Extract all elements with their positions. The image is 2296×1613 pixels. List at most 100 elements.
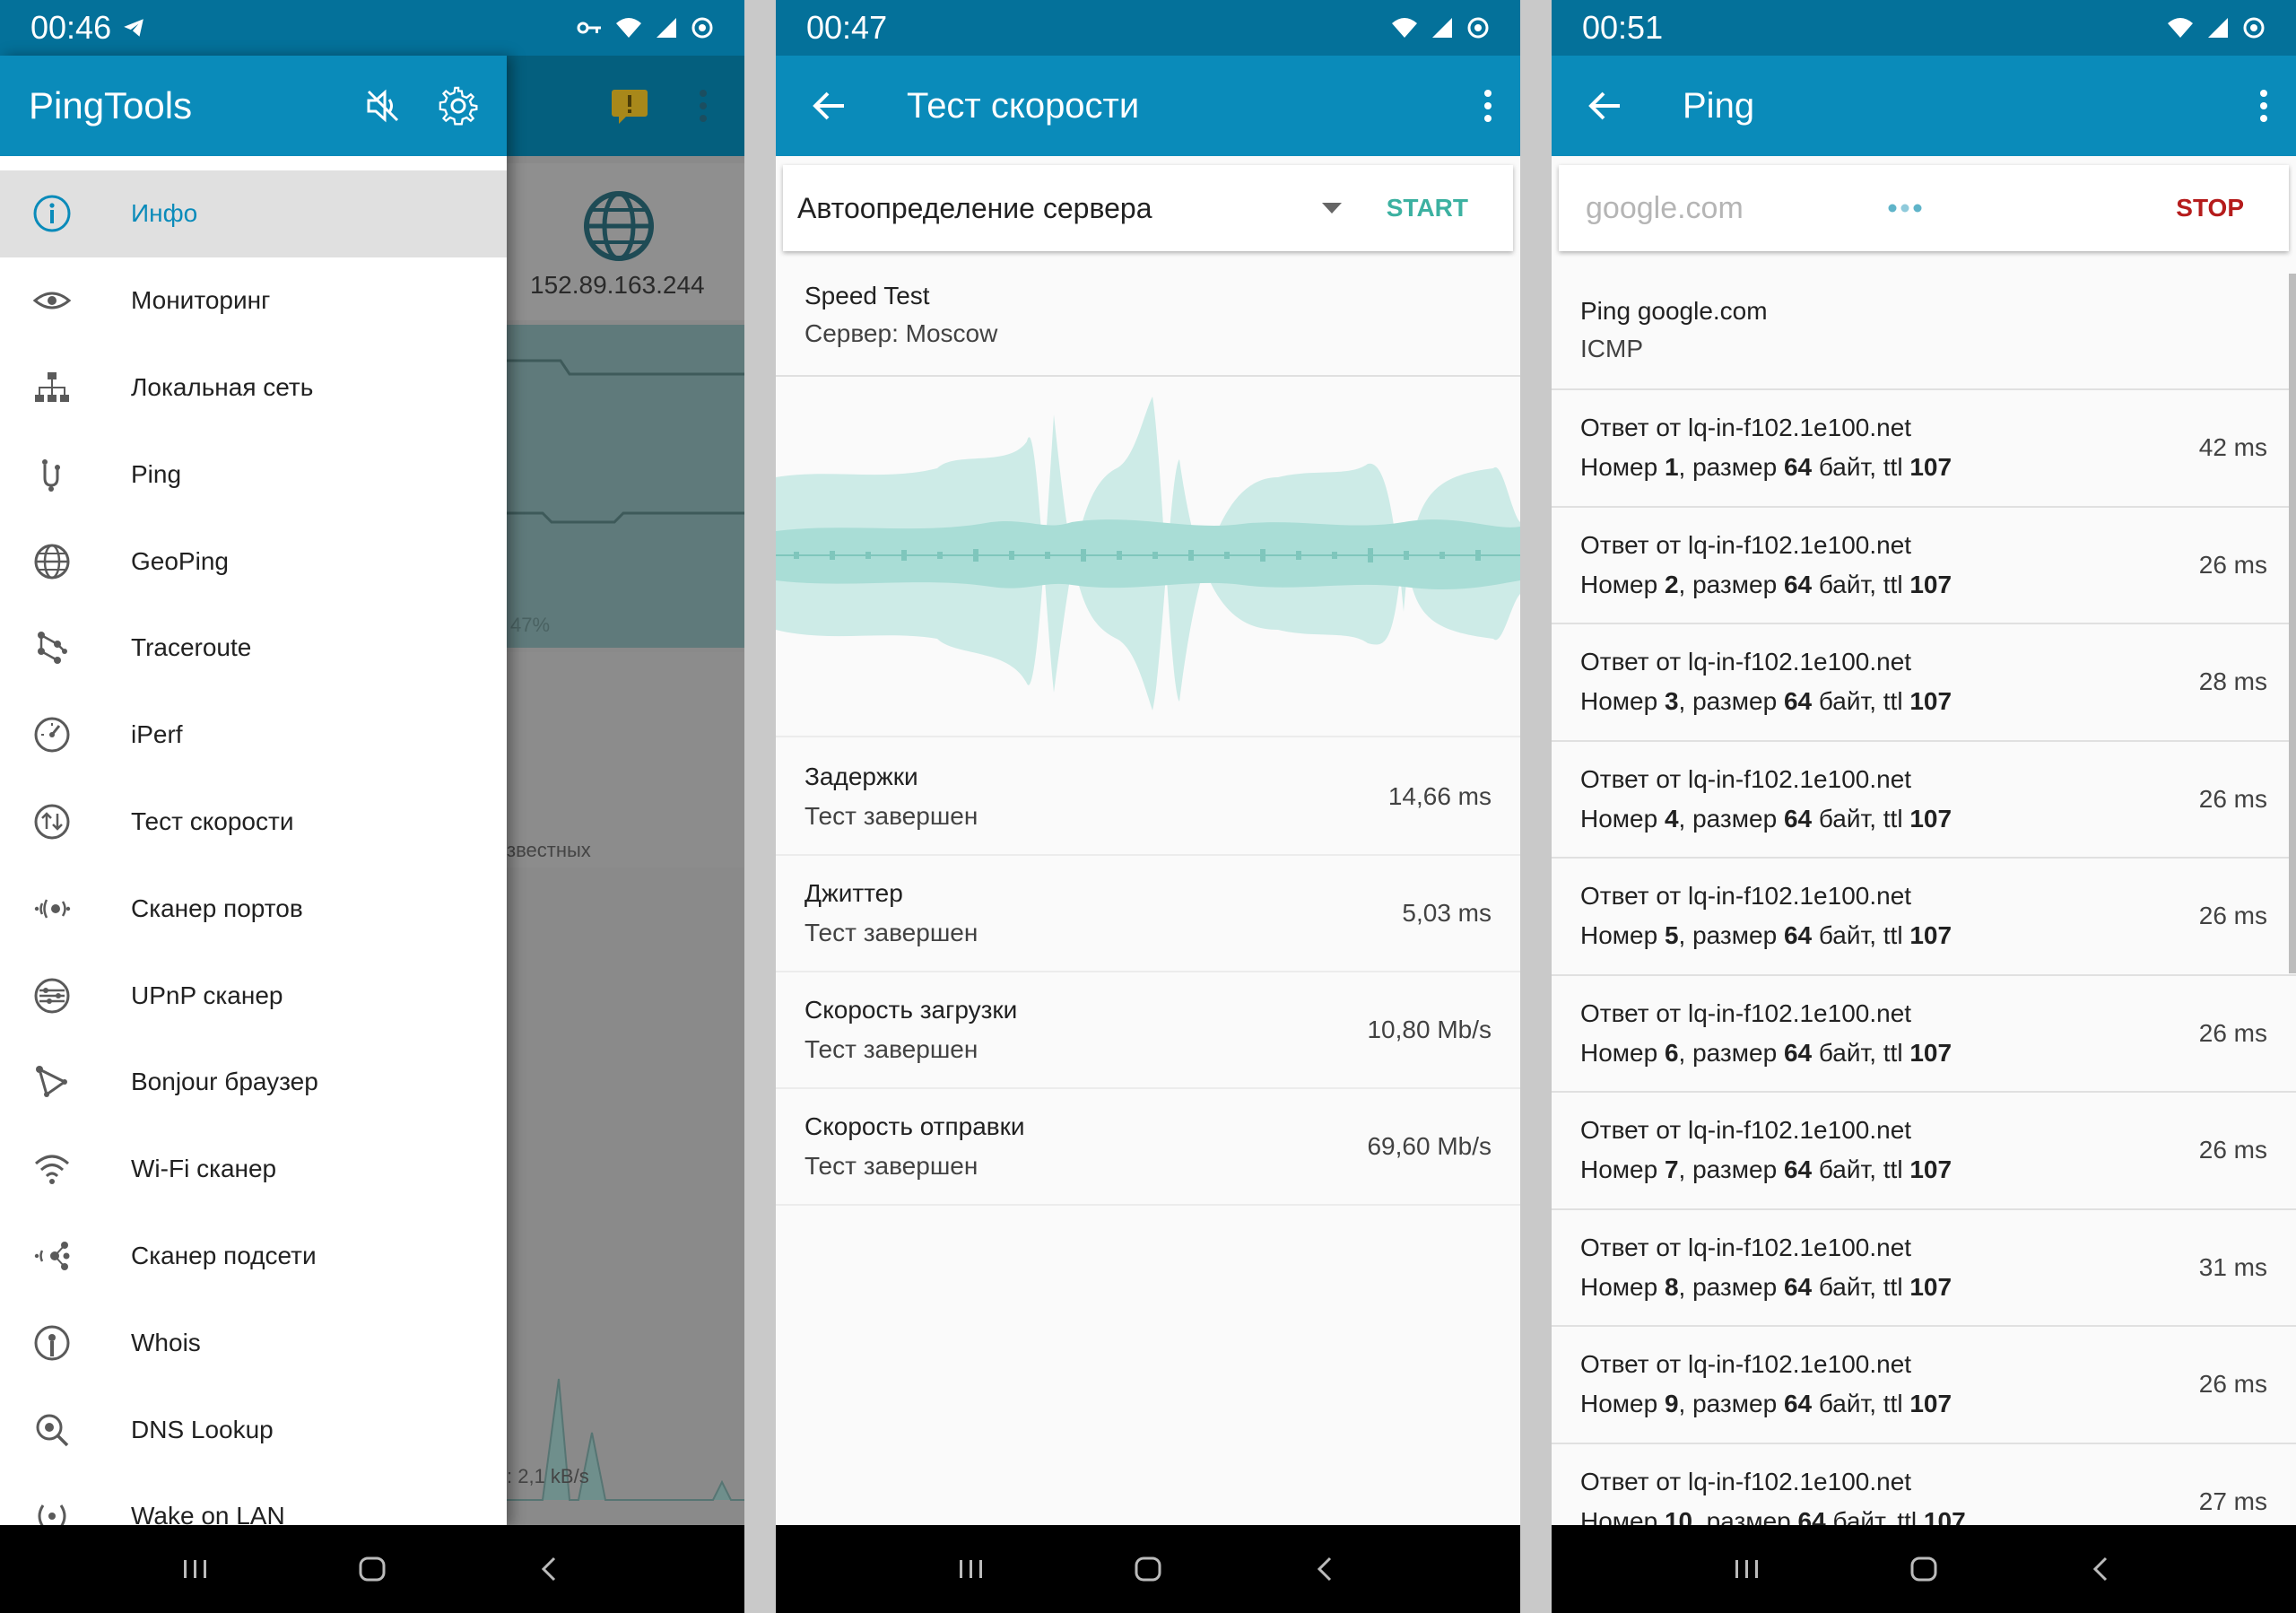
background-percent: 47%: [510, 614, 551, 636]
drawer-item[interactable]: iPerf: [0, 692, 507, 779]
home-icon[interactable]: [1897, 1542, 1951, 1596]
reply-size: 64: [1783, 1272, 1813, 1301]
reply-size: 64: [1783, 687, 1813, 716]
overflow-menu-icon[interactable]: [2258, 88, 2269, 124]
drawer-item-label: Сканер подсети: [131, 1241, 317, 1269]
page-title: Тест скорости: [907, 85, 1140, 126]
result-row[interactable]: Скорость загрузки Тест завершен 10,80 Mb/s: [776, 972, 1520, 1089]
ping-replies-list[interactable]: Ответ от lq-in-f102.1e100.net Номер 1, ра…: [1552, 390, 2296, 1527]
phone-pingtools-drawer: 00:46 152.89.163.244 47% звестных: 2,1 …: [0, 0, 744, 1613]
back-nav-icon[interactable]: [2074, 1542, 2127, 1596]
reply-size: 64: [1783, 804, 1813, 833]
reply-source: Ответ от lq-in-f102.1e100.net: [1580, 764, 1912, 793]
status-bar: 00:47: [776, 0, 1520, 56]
drawer-item[interactable]: Тест скорости: [0, 779, 507, 866]
reply-details: Номер 9, размер 64 байт, ttl 107: [1580, 1390, 1952, 1418]
home-icon[interactable]: [1121, 1542, 1175, 1596]
drawer-item-label: GeoPing: [131, 546, 229, 575]
drawer-item[interactable]: Мониторинг: [0, 257, 507, 344]
recents-icon[interactable]: [944, 1542, 998, 1596]
drawer-item[interactable]: Whois: [0, 1299, 507, 1386]
status-bar: 00:51: [1552, 0, 2296, 56]
ping-reply-row[interactable]: Ответ от lq-in-f102.1e100.net Номер 3, ра…: [1552, 624, 2296, 742]
host-input[interactable]: google.com: [1586, 191, 1744, 226]
drawer-item-label: Инфо: [131, 199, 198, 228]
mute-icon[interactable]: [363, 86, 403, 126]
overflow-menu-icon: [698, 88, 709, 124]
drawer-item-label: Wi-Fi сканер: [131, 1155, 277, 1183]
ping-reply-row[interactable]: Ответ от lq-in-f102.1e100.net Номер 5, ра…: [1552, 859, 2296, 976]
ping-reply-row[interactable]: Ответ от lq-in-f102.1e100.net Номер 9, ра…: [1552, 1327, 2296, 1444]
drawer-item-label: Whois: [131, 1328, 201, 1356]
eye-icon: [30, 279, 74, 322]
ping-reply-row[interactable]: Ответ от lq-in-f102.1e100.net Номер 8, ра…: [1552, 1210, 2296, 1327]
reply-size: 64: [1783, 1038, 1813, 1067]
drawer-item[interactable]: Сканер портов: [0, 865, 507, 952]
globe-icon: [583, 190, 655, 262]
back-nav-icon[interactable]: [522, 1542, 576, 1596]
reply-source: Ответ от lq-in-f102.1e100.net: [1580, 1233, 1912, 1261]
result-row[interactable]: Джиттер Тест завершен 5,03 ms: [776, 856, 1520, 972]
ping-reply-row[interactable]: Ответ от lq-in-f102.1e100.net Номер 1, ра…: [1552, 390, 2296, 508]
reply-num: 4: [1664, 804, 1679, 833]
ping-reply-row[interactable]: Ответ от lq-in-f102.1e100.net Номер 2, ра…: [1552, 508, 2296, 624]
host-input-bar: google.com STOP: [1559, 165, 2289, 251]
reply-size: 64: [1783, 1390, 1813, 1418]
drawer-item[interactable]: Bonjour браузер: [0, 1039, 507, 1126]
reply-num-label: Номер: [1580, 1155, 1658, 1184]
reply-details: Номер 1, размер 64 байт, ttl 107: [1580, 453, 1952, 482]
reply-num: 10: [1664, 1506, 1693, 1527]
drawer-item[interactable]: Инфо: [0, 170, 507, 257]
settings-icon[interactable]: [439, 86, 478, 126]
drawer-item[interactable]: Сканер подсети: [0, 1213, 507, 1300]
reply-num-label: Номер: [1580, 921, 1658, 950]
result-row[interactable]: Задержки Тест завершен 14,66 ms: [776, 739, 1520, 856]
ping-reply-row[interactable]: Ответ от lq-in-f102.1e100.net Номер 4, ра…: [1552, 742, 2296, 859]
start-button[interactable]: START: [1387, 194, 1468, 222]
back-nav-icon[interactable]: [1298, 1542, 1352, 1596]
server-select[interactable]: Автоопределение сервера: [797, 192, 1152, 225]
reply-source: Ответ от lq-in-f102.1e100.net: [1580, 530, 1912, 559]
scrollbar[interactable]: [2289, 274, 2296, 973]
toolbar: Ping: [1552, 56, 2296, 156]
ping-reply-row[interactable]: Ответ от lq-in-f102.1e100.net Номер 6, ра…: [1552, 976, 2296, 1093]
back-arrow-icon[interactable]: [1578, 90, 1632, 122]
telegram-icon: [122, 16, 145, 39]
reply-ttl: 107: [1909, 1390, 1952, 1418]
reply-size-label: , размер: [1678, 804, 1778, 833]
stop-button[interactable]: STOP: [2176, 194, 2244, 222]
result-row[interactable]: Скорость отправки Тест завершен 69,60 Mb/s: [776, 1089, 1520, 1206]
reply-bytes-label: байт, ttl: [1818, 1038, 1903, 1067]
status-bar: 00:46: [0, 0, 744, 56]
page-title: Ping: [1683, 85, 1755, 126]
drawer-item[interactable]: Ping: [0, 431, 507, 518]
home-icon[interactable]: [345, 1542, 399, 1596]
result-value: 69,60 Mb/s: [1367, 1132, 1492, 1160]
reply-time: 26 ms: [2198, 902, 2267, 930]
wifi-icon: [30, 1147, 74, 1190]
reply-ttl: 107: [1923, 1506, 1966, 1527]
reply-size-label: , размер: [1678, 1272, 1778, 1301]
drawer-item[interactable]: UPnP сканер: [0, 952, 507, 1039]
result-value: 14,66 ms: [1387, 782, 1492, 810]
drawer-item[interactable]: GeoPing: [0, 518, 507, 605]
overflow-menu-icon[interactable]: [1483, 88, 1493, 124]
drawer-item[interactable]: Traceroute: [0, 605, 507, 692]
reply-num: 5: [1664, 921, 1679, 950]
back-arrow-icon[interactable]: [803, 90, 857, 122]
dropdown-arrow-icon[interactable]: [1321, 203, 1342, 214]
ping-reply-row[interactable]: Ответ от lq-in-f102.1e100.net Номер 10, р…: [1552, 1444, 2296, 1527]
ping-reply-row[interactable]: Ответ от lq-in-f102.1e100.net Номер 7, ра…: [1552, 1093, 2296, 1210]
drawer-item[interactable]: Wi-Fi сканер: [0, 1126, 507, 1213]
recents-icon[interactable]: [1720, 1542, 1774, 1596]
speedtest-icon: [30, 800, 74, 843]
result-status: Тест завершен: [804, 1035, 978, 1063]
reply-bytes-label: байт, ttl: [1818, 1155, 1903, 1184]
drawer-item[interactable]: DNS Lookup: [0, 1386, 507, 1473]
reply-time: 31 ms: [2198, 1252, 2267, 1281]
speedtest-title: Speed Test: [804, 282, 930, 310]
drawer-item[interactable]: Локальная сеть: [0, 344, 507, 432]
recents-icon[interactable]: [169, 1542, 222, 1596]
drawer-item-label: Локальная сеть: [131, 372, 314, 401]
system-nav-bar: [776, 1525, 1520, 1613]
